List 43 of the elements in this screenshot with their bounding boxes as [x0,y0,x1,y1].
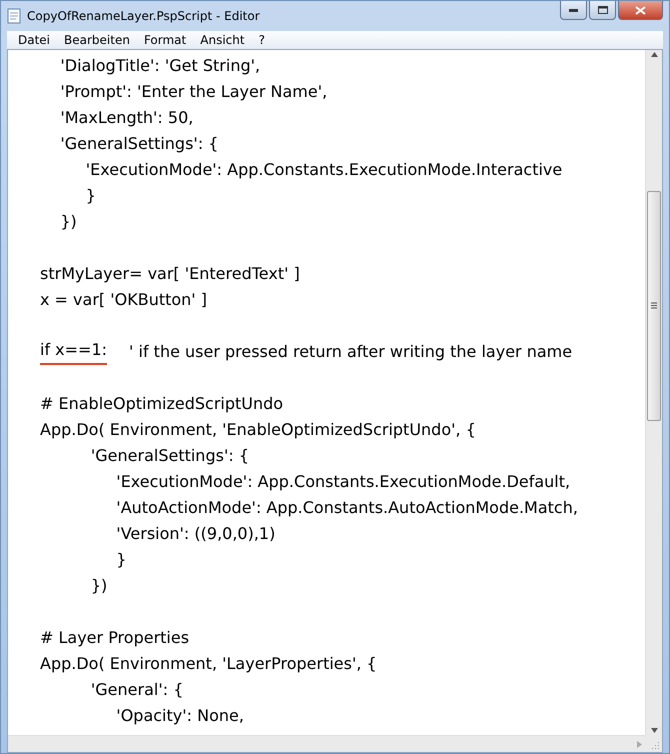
menu-item[interactable]: Ansicht [193,33,252,47]
maximize-icon [598,6,608,14]
menu-item[interactable]: Format [136,33,194,47]
menu-item[interactable]: ? [252,33,272,47]
scroll-up-icon[interactable] [650,52,658,57]
code-line: 'GeneralSettings': { [90,445,249,467]
code-line: App.Do( Environment, 'EnableOptimizedScriptUndo', { [40,419,476,441]
code-line: strMyLayer= var[ 'EnteredText' ] [40,263,300,285]
code-comment: ' if the user pressed return after writing the layer name [129,341,572,363]
code-line: 'DialogTitle': 'Get String', [59,55,260,77]
grip-icon [651,302,657,310]
code-line: # EnableOptimizedScriptUndo [40,393,284,415]
code-line: } [115,549,126,571]
maximize-button[interactable] [589,1,616,20]
notepad-icon [7,8,21,24]
code-line: 'GeneralSettings': { [59,133,218,155]
code-line: 'Version': ((9,0,0),1) [115,523,276,545]
code-line: 'MaxLength': 50, [59,107,194,129]
code-line: 'Opacity': None, [115,705,244,727]
minimize-button[interactable] [560,1,587,20]
code-line: } [84,185,96,207]
menu-item[interactable]: Bearbeiten [57,33,137,47]
code-line: }) [59,211,77,233]
code-line: }) [90,575,108,597]
horizontal-scrollbar[interactable] [8,735,645,752]
underlined-code-line: if x==1: [40,339,108,365]
code-line: 'ExecutionMode': App.Constants.ExecutionMode.Default, [115,471,570,493]
code-line: x = var[ 'OKButton' ] [40,289,208,311]
window-title: CopyOfRenameLayer.PspScript - Editor [27,9,261,23]
scroll-down-icon[interactable] [650,728,658,733]
code-line: 'General': { [90,679,184,701]
minimize-icon [569,8,578,12]
code-line: 'Prompt': 'Enter the Layer Name', [59,81,328,103]
vertical-scrollbar[interactable] [645,50,662,735]
menu-item[interactable]: Datei [11,33,58,47]
size-grip-icon[interactable] [651,741,660,750]
close-button[interactable] [618,1,663,20]
code-line: 'AutoActionMode': App.Constants.AutoActionMode.Match, [115,497,578,519]
code-line: 'ExecutionMode': App.Constants.ExecutionMode.Interactive [84,159,562,181]
close-icon [635,6,646,14]
code-line: # Layer Properties [40,627,190,649]
code-line: App.Do( Environment, 'LayerProperties', { [40,653,377,675]
scroll-thumb[interactable] [647,190,661,421]
